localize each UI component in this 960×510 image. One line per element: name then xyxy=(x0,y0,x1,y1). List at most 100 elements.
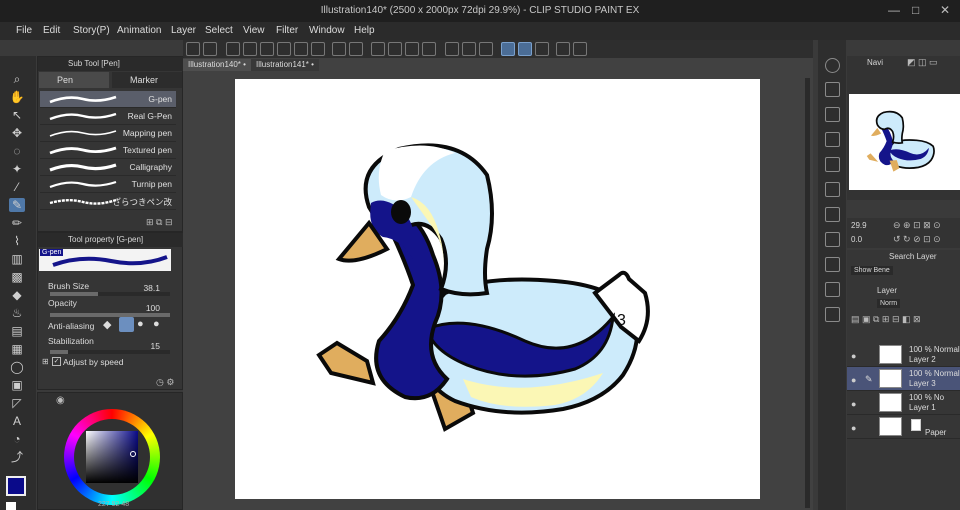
menu-icon[interactable] xyxy=(186,42,200,56)
toolprop-footer-icons[interactable]: ◷ ⚙ xyxy=(156,377,174,388)
maximize-button[interactable]: □ xyxy=(912,3,919,17)
adjust-speed-checkbox[interactable]: ✓ xyxy=(52,357,61,366)
pencil-tool-icon[interactable]: ✏ xyxy=(9,216,25,230)
export-layer-icon[interactable] xyxy=(825,307,840,322)
menu-view[interactable]: View xyxy=(243,25,265,36)
minimize-button[interactable]: — xyxy=(888,3,900,17)
expand-icon[interactable]: ⊞ xyxy=(42,357,49,366)
layer-tool-icons[interactable]: ▤ ▣ ⧉ ⊞ ⊟ ◧ ⊠ xyxy=(851,314,921,325)
antialias-none-icon[interactable]: ◆ xyxy=(103,318,111,331)
rotation-value[interactable]: 0.0 xyxy=(851,235,862,244)
antialias-strong-icon[interactable]: ● xyxy=(153,318,160,330)
eraser-icon[interactable]: ◆ xyxy=(9,288,25,302)
decoration-icon[interactable]: ▩ xyxy=(9,270,25,284)
airbrush-icon[interactable]: ▥ xyxy=(9,252,25,266)
layer-row[interactable]: ● 100 % No Layer 1 xyxy=(847,391,960,415)
delete-icon[interactable] xyxy=(825,132,840,147)
transparent-color-swatch[interactable] xyxy=(6,502,16,510)
layer-row[interactable]: ● ✎ 100 % Normal Layer 3 xyxy=(847,367,960,391)
frame-tool-icon[interactable]: ▣ xyxy=(9,378,25,392)
tab-marker[interactable]: Marker xyxy=(112,72,182,88)
stabilization-slider[interactable] xyxy=(50,350,170,354)
layer-settings-icon[interactable] xyxy=(556,42,570,56)
brush-calligraphy[interactable]: Calligraphy xyxy=(40,159,176,176)
drawing-canvas[interactable]: 3 xyxy=(235,79,760,499)
main-color-swatch[interactable] xyxy=(6,476,26,496)
search-layer-label[interactable]: Search Layer xyxy=(889,252,937,261)
saturation-box[interactable] xyxy=(86,431,138,483)
brush-mapping-pen[interactable]: Mapping pen xyxy=(40,125,176,142)
deselect-icon[interactable] xyxy=(371,42,385,56)
brush-size-slider[interactable] xyxy=(50,292,170,296)
brush-rough-pen[interactable]: ざらつきペン改 xyxy=(40,193,176,210)
clear-icon[interactable] xyxy=(388,42,402,56)
new-file-icon[interactable] xyxy=(226,42,240,56)
save-icon[interactable] xyxy=(260,42,274,56)
navigator-tab-icons[interactable]: ◩ ◫ ▭ xyxy=(907,57,938,68)
brush-turnip-pen[interactable]: Turnip pen xyxy=(40,176,176,193)
brush-real-g-pen[interactable]: Real G-Pen xyxy=(40,108,176,125)
help-icon[interactable] xyxy=(573,42,587,56)
text-tool-icon[interactable]: A xyxy=(9,414,25,428)
transform-icon[interactable] xyxy=(422,42,436,56)
blend-mode-dropdown[interactable]: Norm xyxy=(877,299,901,308)
lasso-tool-icon[interactable]: ◌ xyxy=(9,144,25,158)
guide-icon[interactable] xyxy=(479,42,493,56)
merge-icon[interactable] xyxy=(825,207,840,222)
brush-g-pen[interactable]: G-pen xyxy=(40,91,176,108)
blend-tool-icon[interactable]: ♨ xyxy=(9,306,25,320)
tab-pen[interactable]: Pen xyxy=(39,72,109,88)
folder-icon[interactable] xyxy=(203,42,217,56)
move-tool-icon[interactable]: ✥ xyxy=(9,126,25,140)
open-icon[interactable] xyxy=(243,42,257,56)
image-icon[interactable] xyxy=(825,232,840,247)
hand-tool-icon[interactable]: ✋ xyxy=(9,90,25,104)
antialias-weak-icon[interactable] xyxy=(119,317,134,332)
doc-tab-inactive[interactable]: Illustration141* • xyxy=(251,59,319,71)
magic-wand-icon[interactable]: ✦ xyxy=(9,162,25,176)
balloon-tool-icon[interactable]: ◔ xyxy=(9,432,25,446)
copy-icon[interactable] xyxy=(825,157,840,172)
color-picker-handle[interactable] xyxy=(130,451,136,457)
menu-window[interactable]: Window xyxy=(309,25,345,36)
import-icon[interactable] xyxy=(825,82,840,97)
ruler-tool-icon[interactable]: ◸ xyxy=(9,396,25,410)
doc-tab-active[interactable]: Illustration140* • xyxy=(183,59,251,71)
zoom-fit-icon[interactable] xyxy=(825,58,840,73)
eye-icon[interactable]: ● xyxy=(851,375,856,385)
menu-filter[interactable]: Filter xyxy=(276,25,298,36)
snap-ruler-icon[interactable] xyxy=(501,42,515,56)
doc-tab-close-icon[interactable]: • xyxy=(311,60,314,69)
print-icon[interactable] xyxy=(294,42,308,56)
zoom-value[interactable]: 29.9 xyxy=(851,221,867,230)
fill-icon[interactable] xyxy=(405,42,419,56)
fill-tool-icon[interactable]: ▤ xyxy=(9,324,25,338)
menu-story[interactable]: Story(P) xyxy=(73,25,110,36)
antialias-options[interactable]: ◆ ● ● xyxy=(101,317,169,333)
menu-layer[interactable]: Layer xyxy=(171,25,196,36)
check-icon[interactable] xyxy=(825,257,840,272)
subtool-footer-icons[interactable]: ⊞ ⧉ ⊟ xyxy=(146,217,182,229)
pen-tool-icon[interactable]: ✎ xyxy=(9,198,25,212)
gradient-icon[interactable]: ▦ xyxy=(9,342,25,356)
layer-tab-label[interactable]: Layer xyxy=(877,286,897,295)
figure-tool-icon[interactable]: ◯ xyxy=(9,360,25,374)
canvas-vertical-scrollbar[interactable] xyxy=(805,78,810,508)
antialias-medium-icon[interactable]: ● xyxy=(137,318,144,330)
menu-file[interactable]: File xyxy=(16,25,32,36)
opacity-value[interactable]: 100 xyxy=(146,303,160,313)
eyedropper-icon[interactable]: ⁄ xyxy=(9,180,25,194)
operation-tool-icon[interactable]: ↖ xyxy=(9,108,25,122)
doc-tab-close-icon[interactable]: • xyxy=(243,60,246,69)
menu-select[interactable]: Select xyxy=(205,25,233,36)
eye-icon[interactable]: ● xyxy=(851,351,856,361)
undo-icon[interactable] xyxy=(332,42,346,56)
menu-edit[interactable]: Edit xyxy=(43,25,60,36)
rotate-buttons-icons[interactable]: ↺ ↻ ⊘ ⊡ ⊙ xyxy=(893,234,941,245)
layer-row[interactable]: ● Paper xyxy=(847,415,960,439)
layer-row[interactable]: ● 100 % Normal Layer 2 xyxy=(847,343,960,367)
menu-help[interactable]: Help xyxy=(354,25,375,36)
camera-icon[interactable] xyxy=(825,282,840,297)
close-button[interactable]: ✕ xyxy=(940,3,950,17)
zoom-buttons-icons[interactable]: ⊖ ⊕ ⊡ ⊠ ⊙ xyxy=(893,220,941,231)
